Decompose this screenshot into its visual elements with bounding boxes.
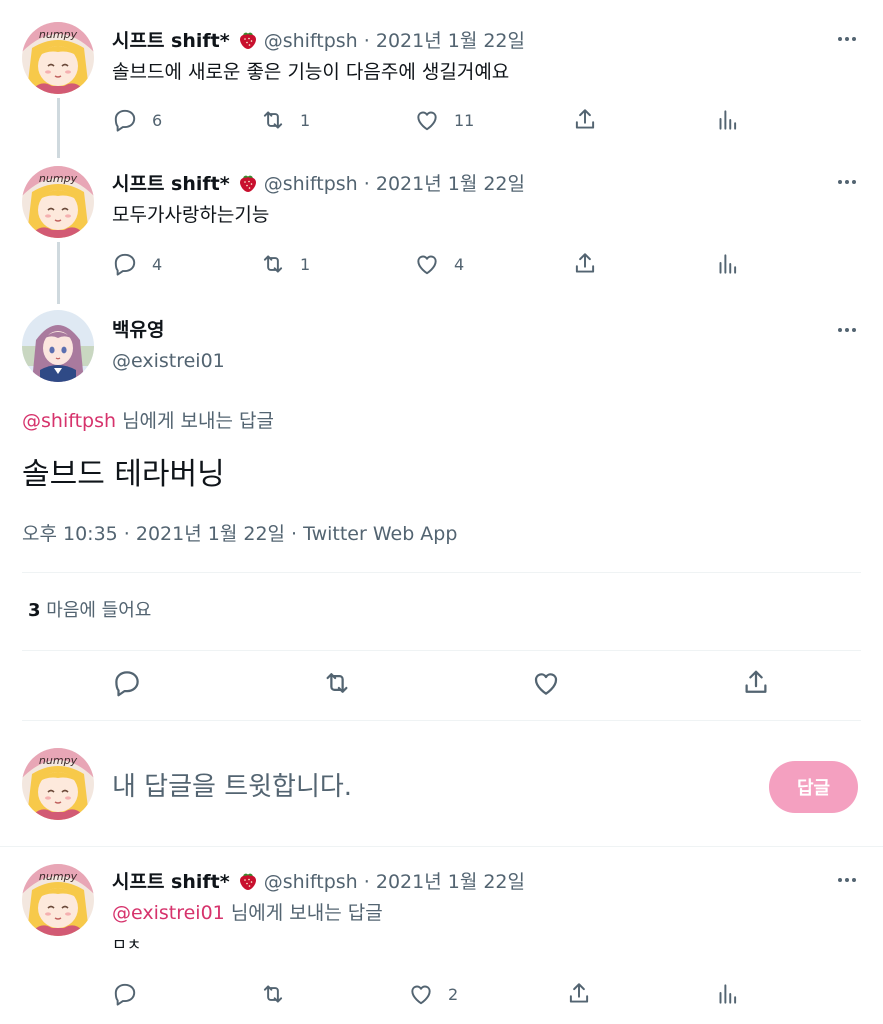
- strawberry-emoji: [236, 868, 260, 892]
- more-icon[interactable]: [835, 170, 859, 194]
- retweet-icon: [260, 981, 286, 1007]
- like-button[interactable]: 2: [408, 979, 458, 1009]
- retweet-icon: [260, 107, 286, 133]
- like-icon: [414, 251, 440, 277]
- share-button[interactable]: [741, 668, 771, 698]
- more-icon[interactable]: [835, 318, 859, 342]
- share-button[interactable]: [572, 249, 598, 279]
- share-icon: [741, 668, 771, 698]
- more-icon[interactable]: [835, 868, 859, 892]
- like-count: 2: [448, 984, 459, 1004]
- likes-summary[interactable]: 3 마음에 들어요: [28, 598, 151, 624]
- like-count: 4: [454, 254, 465, 274]
- avatar[interactable]: [22, 166, 94, 238]
- share-icon: [572, 251, 598, 277]
- reply-count: 4: [152, 254, 163, 274]
- reply-icon: [112, 668, 142, 698]
- reply-count: 6: [152, 110, 163, 130]
- likes-count: 3: [28, 600, 41, 621]
- reply-button[interactable]: 6: [112, 105, 162, 135]
- reply-button[interactable]: 4: [112, 249, 162, 279]
- analytics-button[interactable]: [714, 979, 740, 1009]
- reply-input[interactable]: 내 답글을 트윗합니다.: [112, 770, 732, 804]
- divider: [22, 572, 861, 573]
- analytics-button[interactable]: [714, 249, 740, 279]
- retweet-button[interactable]: [322, 668, 352, 698]
- reply-icon: [112, 251, 138, 277]
- main-tweet-actions: [0, 668, 883, 708]
- like-icon: [414, 107, 440, 133]
- share-icon: [566, 981, 592, 1007]
- replying-suffix: 님에게 보내는 답글: [230, 902, 383, 924]
- replying-suffix: 님에게 보내는 답글: [122, 410, 274, 432]
- tweet-actions: 2: [112, 979, 752, 1009]
- display-name[interactable]: 백유영: [112, 318, 164, 342]
- tweet-header: 시프트 shift* @shiftpsh · 2021년 1월 22일: [112, 170, 525, 196]
- display-name[interactable]: 시프트 shift*: [112, 173, 230, 195]
- retweet-count: 1: [300, 110, 311, 130]
- analytics-icon: [714, 981, 740, 1007]
- retweet-count: 1: [300, 254, 311, 274]
- mention-link[interactable]: @existrei01: [112, 902, 225, 924]
- tweet-actions: 6 1 11: [112, 105, 752, 135]
- avatar[interactable]: [22, 864, 94, 936]
- retweet-button[interactable]: 1: [260, 105, 310, 135]
- strawberry-emoji: [236, 27, 260, 51]
- handle[interactable]: @existrei01: [112, 349, 225, 373]
- likes-label: 마음에 들어요: [46, 600, 152, 621]
- like-count: 11: [454, 110, 475, 130]
- divider: [22, 650, 861, 651]
- tweet-timestamp[interactable]: 오후 10:35 · 2021년 1월 22일 · Twitter Web Ap…: [22, 521, 457, 547]
- replying-to: @shiftpsh 님에게 보내는 답글: [22, 408, 274, 434]
- tweet-date[interactable]: · 2021년 1월 22일: [364, 871, 525, 893]
- handle[interactable]: @shiftpsh: [264, 871, 358, 893]
- analytics-icon: [714, 251, 740, 277]
- avatar[interactable]: [22, 22, 94, 94]
- share-icon: [572, 107, 598, 133]
- like-button[interactable]: 4: [414, 249, 464, 279]
- tweet-text: 모두가사랑하는기능: [112, 204, 270, 226]
- handle[interactable]: @shiftpsh: [264, 30, 358, 52]
- retweet-button[interactable]: 1: [260, 249, 310, 279]
- mention-link[interactable]: @shiftpsh: [22, 410, 116, 432]
- tweet-header: 시프트 shift* @shiftpsh · 2021년 1월 22일: [112, 868, 525, 894]
- analytics-icon: [714, 107, 740, 133]
- tweet-text: 솔브드 테라버닝: [22, 457, 225, 492]
- tweet-header: 시프트 shift* @shiftpsh · 2021년 1월 22일: [112, 27, 525, 53]
- reply-icon: [112, 107, 138, 133]
- reply-button[interactable]: [112, 979, 138, 1009]
- tweet-actions: 4 1 4: [112, 249, 752, 279]
- thread-connector: [57, 98, 60, 158]
- reply-button[interactable]: [112, 668, 142, 698]
- display-name[interactable]: 시프트 shift*: [112, 30, 230, 52]
- tweet-date[interactable]: · 2021년 1월 22일: [364, 173, 525, 195]
- tweet-text: ㅁㅊ: [112, 935, 142, 954]
- like-button[interactable]: 11: [414, 105, 474, 135]
- analytics-button[interactable]: [714, 105, 740, 135]
- like-icon: [531, 668, 561, 698]
- like-icon: [408, 981, 434, 1007]
- reply-submit-button[interactable]: 답글: [769, 761, 858, 813]
- more-icon[interactable]: [835, 27, 859, 51]
- avatar: [22, 748, 94, 820]
- divider: [0, 846, 883, 847]
- avatar[interactable]: [22, 310, 94, 382]
- tweet-text: 솔브드에 새로운 좋은 기능이 다음주에 생길거예요: [112, 61, 510, 83]
- handle[interactable]: @shiftpsh: [264, 173, 358, 195]
- display-name[interactable]: 시프트 shift*: [112, 871, 230, 893]
- divider: [22, 720, 861, 721]
- retweet-button[interactable]: [260, 979, 286, 1009]
- retweet-icon: [322, 668, 352, 698]
- strawberry-emoji: [236, 170, 260, 194]
- tweet-date[interactable]: · 2021년 1월 22일: [364, 30, 525, 52]
- thread-connector: [57, 242, 60, 304]
- share-button[interactable]: [566, 979, 592, 1009]
- retweet-icon: [260, 251, 286, 277]
- reply-icon: [112, 981, 138, 1007]
- replying-to: @existrei01 님에게 보내는 답글: [112, 900, 383, 926]
- share-button[interactable]: [572, 105, 598, 135]
- like-button[interactable]: [531, 668, 561, 698]
